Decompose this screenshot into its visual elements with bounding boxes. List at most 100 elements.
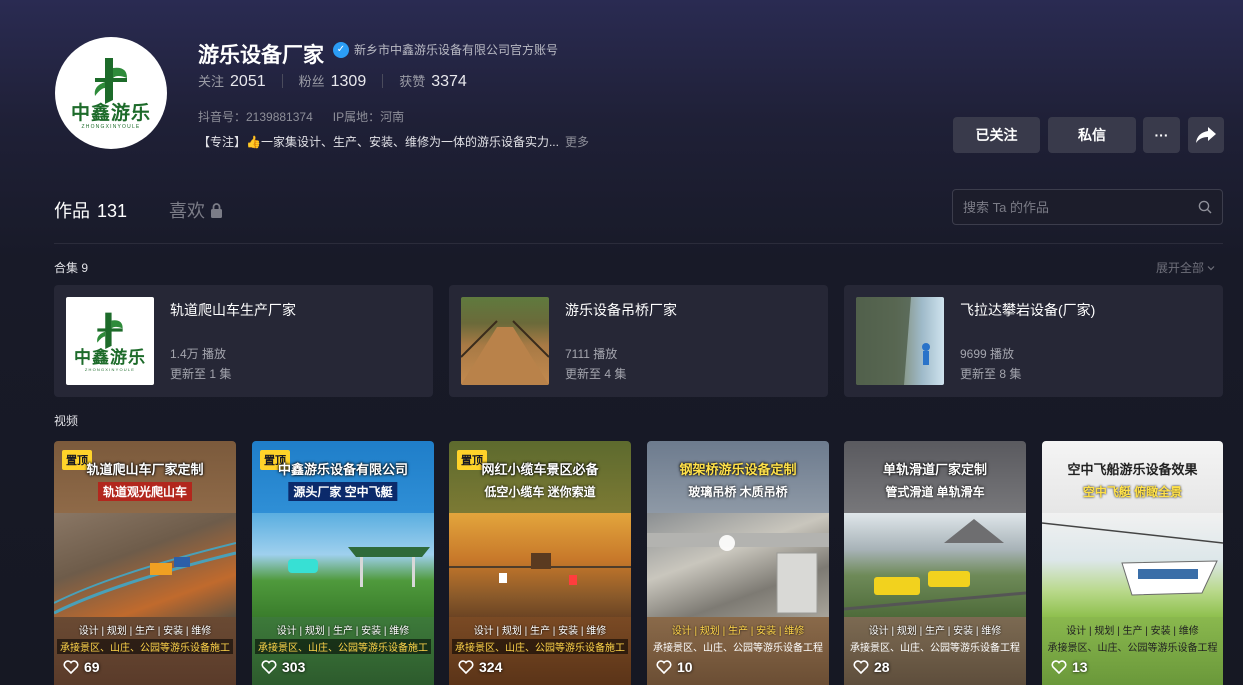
- video-card[interactable]: 置顶 轨道爬山车厂家定制 轨道观光爬山车 设计 | 规划 | 生产 | 安装 |…: [54, 441, 236, 685]
- more-button[interactable]: ···: [1143, 117, 1180, 153]
- video-card[interactable]: 置顶 网红小缆车景区必备 低空小缆车 迷你索道 设计 | 规划 | 生产 | 安…: [449, 441, 631, 685]
- video-services: 设计 | 规划 | 生产 | 安装 | 维修: [671, 626, 805, 637]
- brand-logo: 中鑫游乐 ZHONGXINYOULE: [74, 311, 146, 372]
- video-title: 网红小缆车景区必备: [481, 462, 599, 477]
- collection-title: 飞拉达攀岩设备(厂家): [960, 302, 1096, 318]
- collections-title: 合集 9: [54, 261, 89, 275]
- likes-count: 3374: [431, 73, 467, 90]
- video-like-count: 324: [479, 659, 503, 675]
- collection-updated: 更新至 4 集: [565, 367, 627, 381]
- logo-text: 中鑫游乐: [70, 103, 151, 124]
- video-likes: 303: [261, 659, 305, 675]
- verified-check-icon: ✓: [333, 41, 349, 58]
- video-thumbnail-image: [844, 513, 1026, 617]
- video-likes: 13: [1051, 659, 1088, 675]
- stat-divider: [382, 74, 384, 88]
- collection-updated: 更新至 1 集: [170, 367, 232, 381]
- video-title: 空中飞船游乐设备效果: [1067, 462, 1198, 477]
- followers-stat[interactable]: 粉丝 1309: [299, 71, 367, 91]
- video-like-count: 10: [677, 659, 693, 675]
- cable-car-image: [449, 553, 631, 585]
- video-tagline: 承接景区、山庄、公园等游乐设备施工: [255, 639, 431, 654]
- more-icon: ···: [1154, 127, 1169, 143]
- video-services: 设计 | 规划 | 生产 | 安装 | 维修: [1066, 626, 1199, 637]
- collection-thumbnail: [461, 297, 549, 385]
- search-input[interactable]: [963, 199, 1183, 215]
- verified-label: ✓ 新乡市中鑫游乐设备有限公司官方账号: [333, 41, 558, 58]
- video-title: 中鑫游乐设备有限公司: [277, 462, 408, 477]
- tab-works-label: 作品: [54, 201, 90, 221]
- collection-plays: 1.4万 播放: [170, 347, 227, 361]
- verified-text: 新乡市中鑫游乐设备有限公司官方账号: [354, 43, 559, 57]
- video-subtitle: 源头厂家 空中飞艇: [288, 482, 398, 501]
- stat-divider: [281, 74, 283, 88]
- search-icon[interactable]: [1198, 200, 1212, 214]
- bio-more-link[interactable]: 更多: [565, 133, 589, 150]
- video-like-count: 28: [874, 659, 890, 675]
- expand-all-link[interactable]: 展开全部: [1156, 259, 1216, 276]
- video-title: 钢架桥游乐设备定制: [679, 462, 797, 477]
- logo-mark-icon: [94, 58, 127, 104]
- video-subtitle: 低空小缆车 迷你索道: [484, 485, 596, 499]
- tab-likes-label: 喜欢: [169, 201, 205, 221]
- video-card[interactable]: 单轨滑道厂家定制 管式滑道 单轨滑车 设计 | 规划 | 生产 | 安装 | 维…: [844, 441, 1026, 685]
- profile-stats: 关注 2051 粉丝 1309 获赞 3374: [198, 71, 467, 91]
- avatar[interactable]: 中鑫游乐 ZHONGXINYOULE: [55, 37, 167, 149]
- video-tagline: 承接景区、山庄、公园等游乐设备工程: [850, 643, 1020, 654]
- video-tagline: 承接景区、山庄、公园等游乐设备工程: [653, 643, 823, 654]
- video-like-count: 69: [84, 659, 100, 675]
- sky-ship-image: [1042, 522, 1223, 596]
- logo-mark-icon: [97, 312, 123, 349]
- ip-location: IP属地：河南: [332, 110, 405, 124]
- douyin-id: 抖音号：2139881374: [198, 110, 313, 124]
- video-services: 设计 | 规划 | 生产 | 安装 | 维修: [473, 626, 607, 637]
- climbing-thumbnail-image: [856, 297, 930, 385]
- collection-thumbnail: 中鑫游乐 ZHONGXINYOULE: [66, 297, 154, 385]
- lock-icon: [211, 202, 222, 218]
- profile-bio: 【专注】👍一家集设计、生产、安装、维修为一体的游乐设备实力... 更多: [198, 133, 589, 150]
- share-button[interactable]: [1188, 117, 1224, 153]
- tab-works[interactable]: 作品 131: [54, 197, 127, 223]
- expand-all-label: 展开全部: [1156, 261, 1205, 275]
- followed-button[interactable]: 已关注: [953, 117, 1040, 153]
- thumbs-up-icon: 👍: [246, 135, 261, 149]
- bio-tag: 【专注】: [198, 135, 247, 149]
- video-card[interactable]: 置顶 中鑫游乐设备有限公司 源头厂家 空中飞艇 设计 | 规划 | 生产 | 安…: [252, 441, 434, 685]
- following-stat[interactable]: 关注 2051: [198, 71, 266, 91]
- bio-text: 【专注】👍一家集设计、生产、安装、维修为一体的游乐设备实力...: [198, 133, 559, 150]
- logo-subtext: ZHONGXINYOULE: [81, 124, 141, 130]
- videos-title: 视频: [54, 414, 79, 428]
- video-like-count: 13: [1072, 659, 1088, 675]
- heart-icon: [1051, 660, 1067, 674]
- video-tagline: 承接景区、山庄、公园等游乐设备施工: [57, 639, 233, 654]
- collection-thumbnail: [856, 297, 944, 385]
- tab-likes[interactable]: 喜欢: [169, 197, 223, 223]
- heart-icon: [458, 660, 474, 674]
- video-like-count: 303: [282, 659, 306, 675]
- profile-meta: 抖音号：2139881374 IP属地：河南: [198, 108, 404, 125]
- chevron-down-icon: [1207, 265, 1215, 270]
- video-subtitle: 管式滑道 单轨滑车: [885, 485, 985, 499]
- message-button[interactable]: 私信: [1048, 117, 1136, 153]
- video-thumbnail-image: [54, 513, 236, 617]
- followers-count: 1309: [330, 73, 367, 90]
- logo-subtext: ZHONGXINYOULE: [84, 366, 136, 372]
- video-likes: 10: [656, 659, 693, 675]
- video-tagline: 承接景区、山庄、公园等游乐设备施工: [452, 639, 628, 654]
- video-likes: 28: [853, 659, 890, 675]
- collection-title: 游乐设备吊桥厂家: [565, 302, 677, 318]
- heart-icon: [853, 660, 869, 674]
- heart-icon: [656, 660, 672, 674]
- followers-label: 粉丝: [298, 74, 325, 89]
- profile-name: 游乐设备厂家: [198, 44, 324, 67]
- collection-card[interactable]: 游乐设备吊桥厂家 7111 播放 更新至 4 集: [449, 285, 828, 397]
- video-card[interactable]: 钢架桥游乐设备定制 玻璃吊桥 木质吊桥 设计 | 规划 | 生产 | 安装 | …: [647, 441, 829, 685]
- tab-works-count: 131: [97, 201, 128, 221]
- video-likes: 69: [63, 659, 100, 675]
- collection-card[interactable]: 中鑫游乐 ZHONGXINYOULE 轨道爬山车生产厂家 1.4万 播放 更新至…: [54, 285, 433, 397]
- video-card[interactable]: 空中飞船游乐设备效果 空中飞艇 俯瞰全景 设计 | 规划 | 生产 | 安装 |…: [1042, 441, 1223, 685]
- search-box: [952, 189, 1223, 225]
- collection-card[interactable]: 飞拉达攀岩设备(厂家) 9699 播放 更新至 8 集: [844, 285, 1223, 397]
- video-services: 设计 | 规划 | 生产 | 安装 | 维修: [78, 626, 212, 637]
- heart-icon: [261, 660, 277, 674]
